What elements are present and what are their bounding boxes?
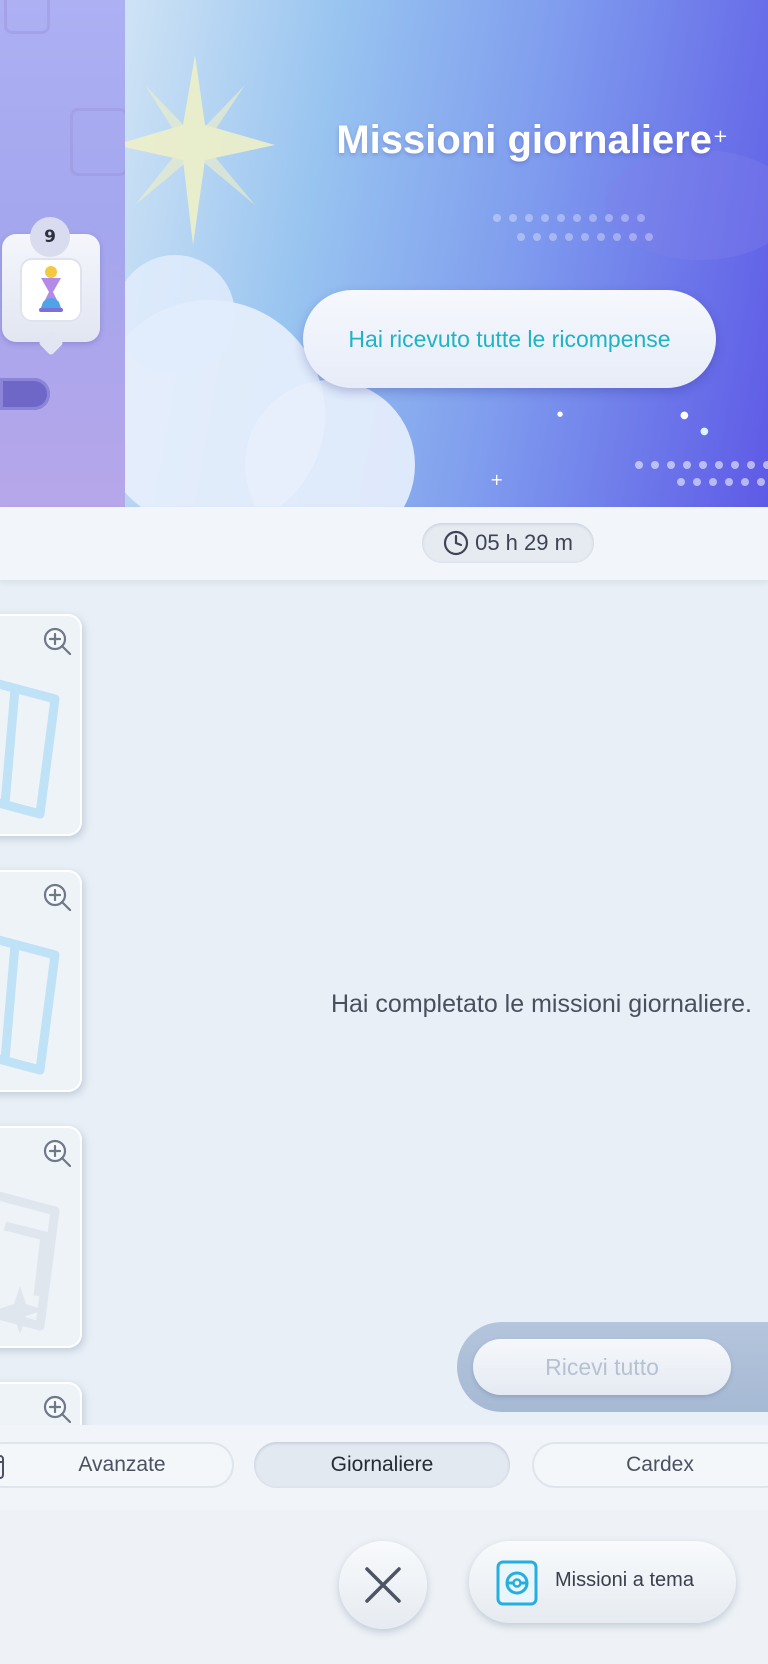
receive-all-container: Ricevi tutto	[457, 1322, 768, 1412]
zoom-in-icon[interactable]	[42, 1394, 74, 1425]
sparkle-icon: ●	[680, 410, 689, 421]
card-pack-icon	[496, 1560, 538, 1606]
dots-decoration	[677, 478, 765, 486]
tab-label: Avanzate	[78, 1453, 166, 1476]
theme-missions-label: Missioni a tema	[555, 1569, 694, 1591]
card-pack-art-icon	[0, 1191, 60, 1334]
ghost-frame-decoration	[4, 0, 50, 34]
bottom-bar: Missioni a tema	[0, 1510, 768, 1664]
sun-decoration	[125, 55, 275, 245]
reward-card[interactable]	[0, 1126, 82, 1348]
reset-timer: 05 h 29 m	[422, 523, 594, 563]
close-icon	[365, 1567, 401, 1603]
level-progress-bar	[0, 378, 50, 410]
tab-label: Giornaliere	[330, 1453, 434, 1476]
sparkle-icon: ●	[557, 410, 564, 418]
card-pack-art-icon	[0, 679, 60, 819]
theme-missions-button[interactable]: Missioni a tema	[469, 1541, 736, 1623]
timer-bar: 05 h 29 m	[0, 507, 768, 580]
daily-missions-banner: Missioni giornaliere + + ● ● ● Hai ricev…	[125, 0, 768, 507]
sparkle-icon: +	[712, 126, 728, 147]
tab-label: Cardex	[626, 1453, 694, 1476]
tab-avanzate[interactable]: Avanzate	[0, 1442, 234, 1488]
dots-decoration	[493, 214, 645, 222]
sparkle-icon: ●	[700, 426, 709, 437]
sparkle-icon: +	[490, 470, 504, 489]
rewards-received-pill: Hai ricevuto tutte le ricompense	[303, 290, 716, 388]
card-pack-art-icon	[0, 935, 60, 1075]
calendar-icon	[0, 1455, 4, 1479]
timer-value: 05 h 29 m	[475, 530, 573, 555]
cloud-decoration	[605, 150, 768, 260]
page-title: Missioni giornaliere	[336, 118, 712, 162]
reward-card[interactable]	[0, 614, 82, 836]
close-button[interactable]	[339, 1541, 427, 1629]
clock-icon	[443, 530, 469, 556]
ghost-frame-decoration	[70, 108, 125, 176]
level-panel: 9	[0, 0, 125, 507]
reward-card[interactable]	[0, 870, 82, 1092]
mission-tabs: Avanzate Giornaliere Cardex	[0, 1425, 768, 1512]
receive-all-button[interactable]: Ricevi tutto	[473, 1339, 731, 1395]
level-number-badge: 9	[30, 217, 70, 257]
reward-cards-column	[0, 580, 110, 1425]
dots-decoration	[517, 233, 653, 241]
hourglass-icon	[20, 258, 82, 322]
tab-cardex[interactable]: Cardex	[532, 1442, 768, 1488]
dots-decoration	[635, 461, 768, 469]
tab-giornaliere[interactable]: Giornaliere	[254, 1442, 510, 1488]
missions-completed-message: Hai completato le missioni giornaliere.	[330, 990, 752, 1018]
reward-card[interactable]	[0, 1382, 82, 1425]
